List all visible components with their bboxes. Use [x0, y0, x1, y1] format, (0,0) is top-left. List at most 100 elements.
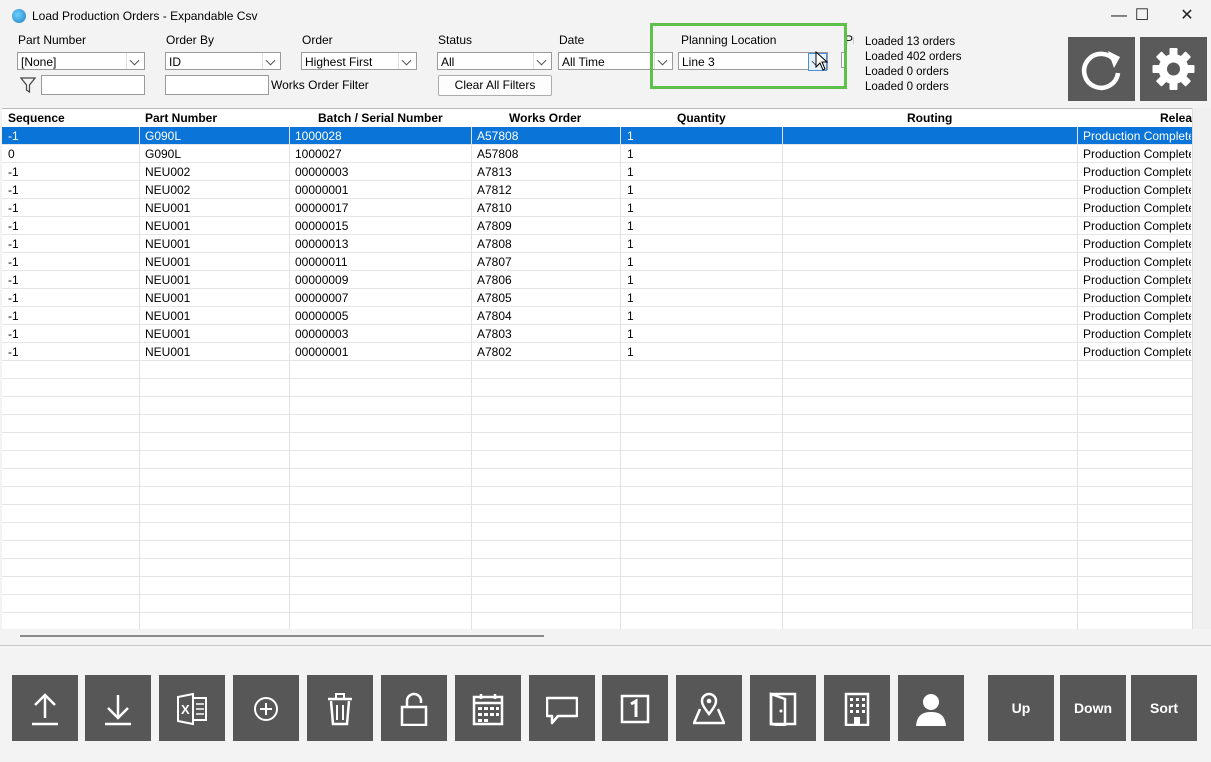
table-cell: NEU001 — [145, 201, 191, 215]
delete-button[interactable] — [307, 675, 373, 741]
table-row[interactable]: -1 NEU001 00000015 A7809 1 Production Complet… — [2, 217, 1192, 235]
table-cell: A7803 — [477, 327, 512, 341]
up-button[interactable]: Up — [988, 675, 1054, 741]
table-cell: -1 — [8, 345, 19, 359]
table-cell: 00000017 — [295, 201, 349, 215]
table-cell: 00000003 — [295, 165, 349, 179]
maximize-button[interactable]: ☐ — [1119, 0, 1165, 32]
works-order-filter-input[interactable] — [165, 75, 269, 95]
table-cell: G090L — [145, 129, 182, 143]
orders-grid[interactable]: Sequence Part Number Batch / Serial Number… — [2, 108, 1192, 630]
table-cell: A7812 — [477, 183, 512, 197]
table-row[interactable]: -1 NEU001 00000013 A7808 1 Production Complet… — [2, 235, 1192, 253]
table-cell: A57808 — [477, 147, 519, 161]
table-cell: A7808 — [477, 237, 512, 251]
gear-icon — [1152, 48, 1195, 90]
settings-button[interactable] — [1140, 37, 1207, 101]
table-cell: Production Complete — [1083, 327, 1191, 341]
empty-row — [2, 541, 1192, 559]
add-button[interactable] — [233, 675, 299, 741]
chevron-down-icon[interactable] — [398, 53, 416, 69]
column-header[interactable]: Routing — [907, 111, 952, 125]
calendar-icon — [472, 694, 504, 726]
column-divider — [289, 127, 290, 630]
comment-icon — [546, 696, 578, 725]
close-button[interactable]: ✕ — [1164, 0, 1210, 32]
table-row[interactable]: -1 NEU001 00000003 A7803 1 Production Complet… — [2, 325, 1192, 343]
column-header[interactable]: Works Order — [509, 111, 581, 125]
column-header[interactable]: Quantity — [677, 111, 726, 125]
status-combo[interactable]: All — [437, 52, 552, 70]
building-button[interactable] — [824, 675, 890, 741]
column-header[interactable]: Releas — [1160, 111, 1192, 125]
order-value: Highest First — [305, 55, 373, 69]
table-row[interactable]: -1 NEU001 00000011 A7807 1 Production Complet… — [2, 253, 1192, 271]
map-location-icon — [693, 692, 725, 725]
chevron-down-icon[interactable] — [533, 53, 551, 69]
horizontal-scrollbar-thumb[interactable] — [20, 635, 544, 637]
part-filter-input[interactable] — [41, 75, 145, 95]
table-row[interactable]: -1 NEU001 00000009 A7806 1 Production Complet… — [2, 271, 1192, 289]
table-cell: Production Complete — [1083, 273, 1191, 287]
table-cell: A57808 — [477, 129, 519, 143]
grid-header: Sequence Part Number Batch / Serial Number… — [2, 109, 1192, 127]
table-row[interactable]: -1 NEU002 00000003 A7813 1 Production Complet… — [2, 163, 1192, 181]
unlock-button[interactable] — [381, 675, 447, 741]
table-row[interactable]: 0 G090L 1000027 A57808 1 Production Complete — [2, 145, 1192, 163]
chevron-down-icon[interactable] — [126, 53, 144, 69]
table-row[interactable]: -1 NEU002 00000001 A7812 1 Production Complet… — [2, 181, 1192, 199]
table-cell: 1 — [627, 219, 634, 233]
column-divider — [139, 127, 140, 630]
down-button[interactable]: Down — [1060, 675, 1126, 741]
location-button[interactable] — [676, 675, 742, 741]
date-value: All Time — [562, 55, 605, 69]
door-button[interactable] — [750, 675, 816, 741]
building-icon — [844, 692, 870, 726]
table-cell: 1 — [627, 237, 634, 251]
table-cell: Production Complete — [1083, 129, 1191, 143]
order-combo[interactable]: Highest First — [301, 52, 417, 70]
empty-row — [2, 613, 1192, 630]
part-number-label: Part Number — [18, 33, 87, 47]
table-row[interactable]: -1 G090L 1000028 A57808 1 Production Complete — [2, 127, 1192, 145]
chevron-down-icon[interactable] — [262, 53, 280, 69]
table-cell: 1 — [627, 183, 634, 197]
status-value: All — [441, 55, 455, 69]
refresh-button[interactable] — [1068, 37, 1135, 101]
table-cell: A7806 — [477, 273, 512, 287]
table-cell: 00000001 — [295, 183, 349, 197]
table-cell: 00000005 — [295, 309, 349, 323]
upload-button[interactable] — [12, 675, 78, 741]
part-number-combo[interactable]: [None] — [17, 52, 145, 70]
status-line: Loaded 0 orders — [865, 81, 949, 93]
column-header[interactable]: Sequence — [8, 111, 65, 125]
download-button[interactable] — [85, 675, 151, 741]
user-button[interactable] — [898, 675, 964, 741]
sort-button[interactable]: Sort — [1131, 675, 1197, 741]
divider — [0, 645, 1211, 646]
date-label: Date — [559, 33, 585, 47]
table-cell: Production Complete — [1083, 237, 1191, 251]
column-header[interactable]: Batch / Serial Number — [318, 111, 443, 125]
number-button[interactable] — [602, 675, 668, 741]
export-excel-button[interactable]: X — [159, 675, 225, 741]
table-cell: 1 — [627, 165, 634, 179]
filter-icon[interactable] — [20, 76, 36, 94]
status-line: Loaded 0 orders — [865, 66, 949, 78]
table-cell: 1 — [627, 327, 634, 341]
table-row[interactable]: -1 NEU001 00000001 A7802 1 Production Complet… — [2, 343, 1192, 361]
order-by-combo[interactable]: ID — [165, 52, 281, 70]
grid-empty-area — [1192, 108, 1211, 629]
comment-button[interactable] — [529, 675, 595, 741]
table-cell: 00000001 — [295, 345, 349, 359]
table-cell: NEU001 — [145, 327, 191, 341]
clear-all-filters-button[interactable]: Clear All Filters — [438, 75, 552, 96]
table-row[interactable]: -1 NEU001 00000005 A7804 1 Production Complet… — [2, 307, 1192, 325]
column-header[interactable]: Part Number — [145, 111, 217, 125]
table-row[interactable]: -1 NEU001 00000007 A7805 1 Production Complet… — [2, 289, 1192, 307]
table-cell: 1000028 — [295, 129, 342, 143]
table-row[interactable]: -1 NEU001 00000017 A7810 1 Production Complet… — [2, 199, 1192, 217]
empty-row — [2, 379, 1192, 397]
calendar-button[interactable] — [455, 675, 521, 741]
table-cell: Production Complete — [1083, 201, 1191, 215]
